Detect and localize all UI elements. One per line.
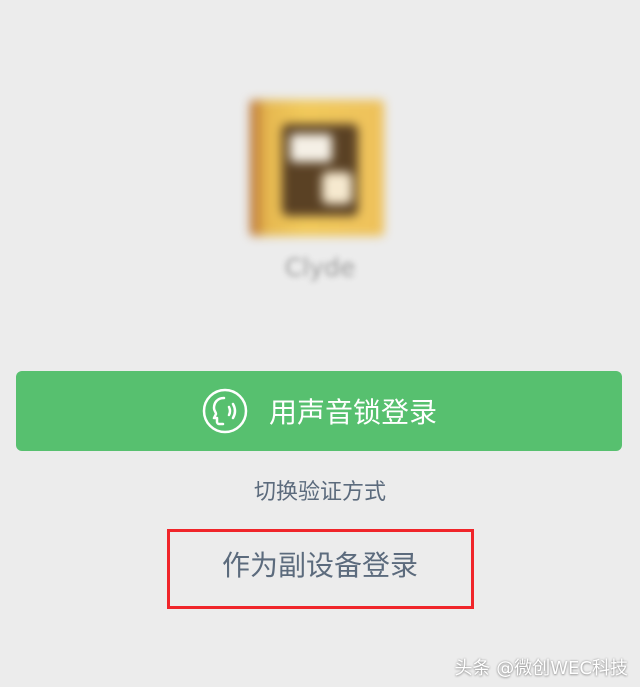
voice-lock-login-label: 用声音锁登录 (268, 396, 437, 429)
highlight-box (167, 529, 474, 609)
switch-verification-link[interactable]: 切换验证方式 (0, 474, 640, 506)
avatar (250, 100, 384, 236)
avatar-photo (282, 124, 358, 216)
voice-lock-login-button[interactable]: 用声音锁登录 (16, 371, 622, 451)
nickname: Clyde (284, 253, 356, 282)
watermark: 头条 @微创WEC科技 (454, 658, 628, 679)
voice-lock-icon (201, 387, 249, 435)
